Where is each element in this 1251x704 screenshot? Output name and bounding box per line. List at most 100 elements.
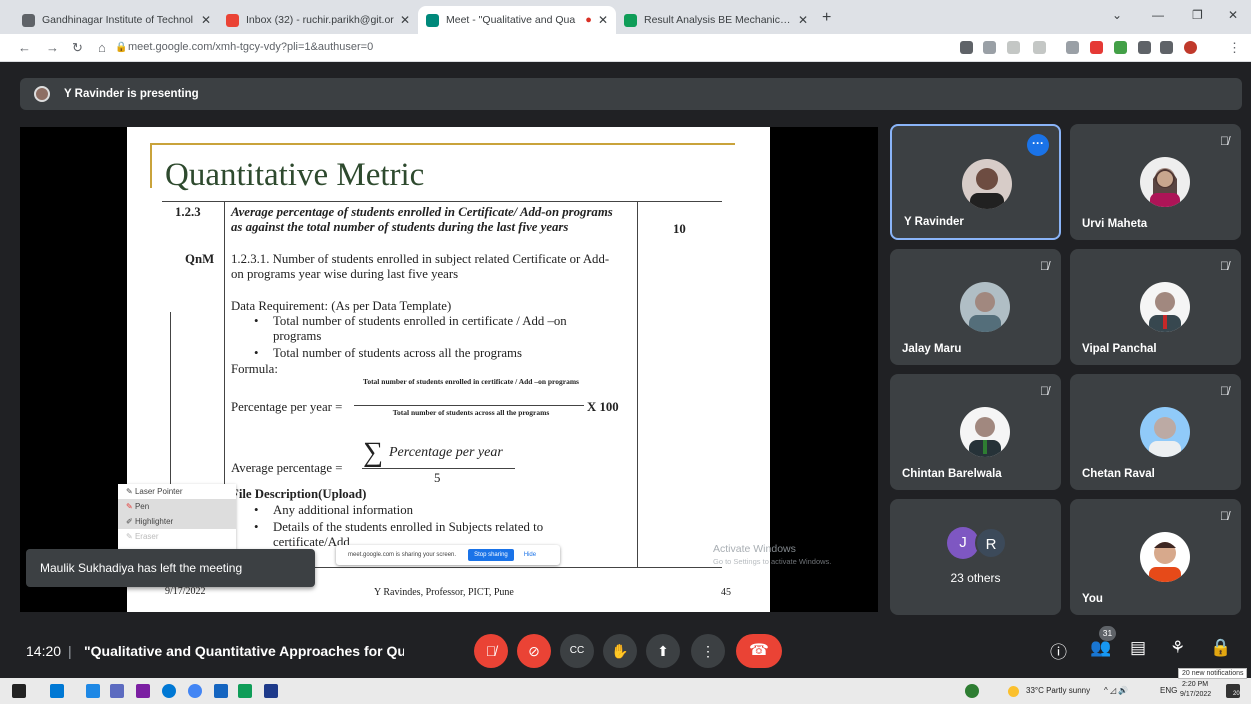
tool-highlighter[interactable]: ✐ Highlighter — [118, 514, 236, 529]
back-icon[interactable]: ← — [18, 40, 31, 55]
reload-icon[interactable]: ↻ — [72, 40, 83, 56]
taskbar-date[interactable]: 9/17/2022 — [1180, 691, 1211, 698]
side-panel-icon[interactable] — [1160, 41, 1173, 54]
weather-text[interactable]: 33°C Partly sunny — [1026, 686, 1090, 695]
close-tab-icon[interactable]: ✕ — [598, 13, 608, 27]
hide-button[interactable]: Hide — [524, 552, 536, 558]
stop-sharing-button[interactable]: Stop sharing — [468, 549, 514, 561]
participant-tile[interactable]: ··· Y Ravinder — [890, 124, 1061, 240]
extension-icon[interactable] — [1090, 41, 1103, 54]
others-tile[interactable]: J R 23 others — [890, 499, 1061, 615]
close-tab-icon[interactable]: ✕ — [798, 13, 808, 27]
tab-search-icon[interactable]: ⌄ — [1112, 8, 1122, 22]
onenote-icon[interactable] — [136, 684, 150, 698]
host-controls-icon[interactable]: 🔒 — [1210, 638, 1231, 658]
mic-toggle-button[interactable]: 🎙̸ — [474, 634, 508, 668]
bookmark-star-icon[interactable] — [1033, 41, 1046, 54]
participant-avatar — [1140, 157, 1190, 207]
taskbar-app-icon[interactable] — [214, 684, 228, 698]
taskbar-app-icon[interactable] — [50, 684, 64, 698]
tool-label: Eraser — [134, 532, 159, 541]
profile-avatar[interactable] — [1184, 41, 1197, 54]
browser-tab-strip: Gandhinagar Institute of Technol ✕ Inbox… — [0, 0, 1251, 34]
mic-off-icon: 🎙̸ — [1220, 509, 1229, 523]
tool-eraser[interactable]: ✎ Eraser — [118, 529, 236, 544]
eraser-icon: ✎ — [126, 532, 135, 541]
metric-marks: 10 — [673, 222, 686, 236]
language-indicator[interactable]: ENG — [1160, 686, 1177, 695]
new-tab-icon[interactable]: + — [822, 9, 831, 27]
highlighter-icon: ✐ — [126, 517, 135, 526]
excel-icon[interactable] — [238, 684, 252, 698]
bullet-text: Total number of students enrolled in cer… — [273, 314, 567, 343]
tool-laser-pointer[interactable]: ✎ Laser Pointer — [118, 484, 236, 499]
formula-label: Formula: — [231, 362, 278, 376]
slide-page-number: 45 — [721, 587, 731, 598]
restore-icon[interactable]: ❐ — [1192, 8, 1203, 22]
close-tab-icon[interactable]: ✕ — [400, 13, 410, 27]
mic-off-icon: 🎙̸ — [1040, 259, 1049, 273]
close-window-icon[interactable]: ✕ — [1228, 8, 1238, 22]
tool-pen[interactable]: ✎ Pen — [118, 499, 236, 514]
chrome-icon[interactable] — [188, 684, 202, 698]
chat-icon[interactable]: ▤ — [1130, 638, 1146, 658]
menu-icon[interactable]: ⋮ — [1228, 40, 1241, 56]
table-border — [637, 201, 638, 567]
activities-icon[interactable]: ⚘ — [1170, 638, 1185, 658]
translate-icon[interactable] — [983, 41, 996, 54]
bullet-icon: • — [254, 346, 259, 360]
tool-label: Laser Pointer — [134, 487, 183, 496]
extension-icon[interactable] — [1066, 41, 1079, 54]
screen-share-bar: meet.google.com is sharing your screen. … — [336, 545, 560, 565]
taskbar-app-icon[interactable] — [965, 684, 979, 698]
participant-tile[interactable]: 🎙̸ Urvi Maheta — [1070, 124, 1241, 240]
raise-hand-button[interactable]: ✋ — [603, 634, 637, 668]
edge-icon[interactable] — [162, 684, 176, 698]
extension-icon[interactable] — [1114, 41, 1127, 54]
presenting-text: Y Ravinder is presenting — [64, 88, 199, 100]
more-options-button[interactable]: ⋮ — [691, 634, 725, 668]
participant-tile-self[interactable]: 🎙̸ You — [1070, 499, 1241, 615]
taskbar-app-icon[interactable] — [110, 684, 124, 698]
camera-toggle-button[interactable]: ⊘ — [517, 634, 551, 668]
home-icon[interactable]: ⌂ — [98, 40, 106, 55]
captions-button[interactable]: CC — [560, 634, 594, 668]
participant-tile[interactable]: 🎙̸ Chintan Barelwala — [890, 374, 1061, 490]
more-options-icon[interactable]: ··· — [1027, 134, 1049, 156]
participant-tile[interactable]: 🎙̸ Chetan Raval — [1070, 374, 1241, 490]
browser-tab-active[interactable]: Meet - "Qualitative and Qua ● ✕ — [418, 6, 616, 34]
close-tab-icon[interactable]: ✕ — [201, 13, 211, 27]
participant-tile[interactable]: 🎙̸ Vipal Panchal — [1070, 249, 1241, 365]
share-icon[interactable] — [1007, 41, 1020, 54]
info-icon[interactable]: ⓘ — [1050, 638, 1067, 663]
minimize-icon[interactable]: — — [1152, 8, 1164, 22]
meeting-title: "Qualitative and Quantitative Approaches… — [84, 643, 404, 659]
camera-icon[interactable] — [960, 41, 973, 54]
participant-tile[interactable]: 🎙̸ Jalay Maru — [890, 249, 1061, 365]
taskbar-clock[interactable]: 2:20 PM — [1182, 681, 1208, 688]
recording-icon: ● — [585, 14, 592, 26]
leave-call-button[interactable]: ☎ — [736, 634, 782, 668]
puzzle-icon[interactable] — [1138, 41, 1151, 54]
forward-icon[interactable]: → — [46, 40, 59, 55]
url-text[interactable]: meet.google.com/xmh-tgcy-vdy?pli=1&authu… — [128, 41, 373, 53]
globe-icon — [22, 13, 35, 27]
browser-tab[interactable]: Gandhinagar Institute of Technol ✕ — [14, 6, 219, 34]
sigma-icon: ∑ — [363, 437, 383, 468]
people-icon[interactable]: 👥 — [1090, 638, 1111, 658]
start-icon[interactable] — [12, 684, 26, 698]
table-border — [162, 201, 722, 202]
browser-tab[interactable]: Inbox (32) - ruchir.parikh@git.or ✕ — [218, 6, 418, 34]
present-button[interactable]: ⬆ — [646, 634, 680, 668]
separator: | — [68, 643, 72, 659]
taskbar-app-icon[interactable] — [86, 684, 100, 698]
tray-icons[interactable]: ^ ◿ 🔊 — [1104, 686, 1128, 695]
slide-title: Quantitative Metric — [165, 157, 425, 193]
participant-avatar — [962, 159, 1012, 209]
tool-label: Highlighter — [134, 517, 174, 526]
sub-metric: 1.2.3.1. Number of students enrolled in … — [231, 252, 610, 281]
browser-tab[interactable]: Result Analysis BE Mechanical Se ✕ — [616, 6, 816, 34]
word-icon[interactable] — [264, 684, 278, 698]
slide-accent-line — [150, 143, 152, 188]
participant-name: Chetan Raval — [1082, 468, 1155, 480]
